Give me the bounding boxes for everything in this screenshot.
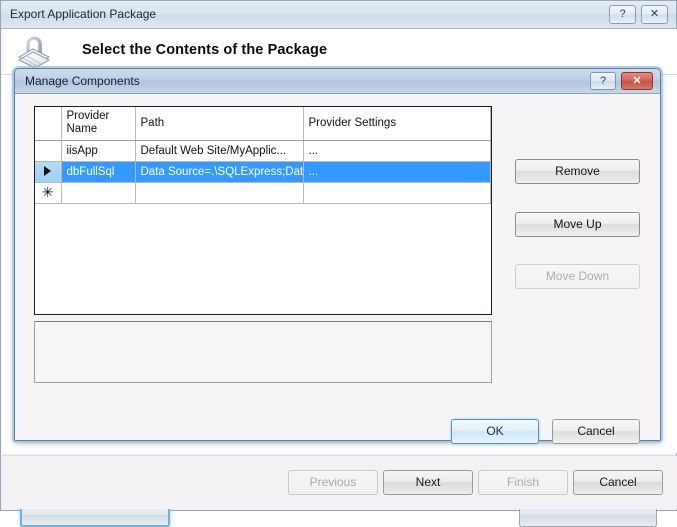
table-header: Provider Name Path Provider Settings bbox=[35, 107, 491, 141]
cell-provider-name[interactable]: dbFullSql bbox=[61, 161, 136, 183]
outer-titlebar[interactable]: Export Application Package ? ✕ bbox=[1, 1, 676, 29]
cell-path[interactable] bbox=[135, 182, 304, 204]
cell-provider-settings[interactable] bbox=[303, 182, 491, 204]
help-icon[interactable]: ? bbox=[590, 72, 616, 90]
close-icon[interactable]: ✕ bbox=[621, 72, 653, 90]
remove-button[interactable]: Remove bbox=[515, 159, 640, 184]
modal-title: Manage Components bbox=[25, 74, 140, 88]
move-up-button[interactable]: Move Up bbox=[515, 212, 640, 237]
cell-provider-settings[interactable]: ... bbox=[303, 140, 491, 162]
modal-body: Provider Name Path Provider Settings iis… bbox=[15, 94, 660, 444]
new-row-selector-cell[interactable]: ✳ bbox=[35, 182, 62, 204]
table-row-new[interactable]: ✳ bbox=[35, 182, 491, 204]
move-down-button[interactable]: Move Down bbox=[515, 264, 640, 289]
table-row[interactable]: iisApp Default Web Site/MyApplic... ... bbox=[35, 140, 491, 162]
outer-window-title: Export Application Package bbox=[10, 7, 157, 21]
cell-provider-name[interactable] bbox=[61, 182, 136, 204]
table-row[interactable]: dbFullSql Data Source=.\SQLExpress;Dat .… bbox=[35, 161, 491, 183]
cancel-button[interactable]: Cancel bbox=[573, 470, 663, 495]
row-selector-cell[interactable] bbox=[35, 161, 62, 183]
description-panel bbox=[34, 321, 492, 383]
current-row-arrow-icon bbox=[44, 166, 52, 177]
help-icon[interactable]: ? bbox=[609, 5, 636, 24]
column-header-provider-settings-label: Provider Settings bbox=[308, 116, 397, 129]
column-header-provider-name-label: Provider Name bbox=[66, 110, 110, 136]
finish-button[interactable]: Finish bbox=[478, 470, 568, 495]
cell-provider-settings[interactable]: ... bbox=[303, 161, 491, 183]
column-header-rowselector[interactable] bbox=[35, 107, 62, 141]
manage-components-dialog: Manage Components ? ✕ Provider Name Path bbox=[14, 68, 661, 444]
column-header-path-label: Path bbox=[140, 116, 165, 129]
column-header-provider-name[interactable]: Provider Name bbox=[61, 107, 136, 141]
cell-path[interactable]: Data Source=.\SQLExpress;Dat bbox=[135, 161, 304, 183]
table-body: iisApp Default Web Site/MyApplic... ... … bbox=[35, 140, 491, 204]
previous-button[interactable]: Previous bbox=[288, 470, 378, 495]
cell-path[interactable]: Default Web Site/MyApplic... bbox=[135, 140, 304, 162]
column-header-provider-settings[interactable]: Provider Settings bbox=[303, 107, 491, 141]
components-grid[interactable]: Provider Name Path Provider Settings iis… bbox=[34, 106, 492, 315]
components-table: Provider Name Path Provider Settings iis… bbox=[35, 107, 491, 204]
modal-titlebar[interactable]: Manage Components ? ✕ bbox=[15, 69, 660, 94]
wizard-footer: Previous Next Finish Cancel bbox=[2, 455, 677, 509]
table-header-row: Provider Name Path Provider Settings bbox=[35, 107, 491, 141]
package-box-icon bbox=[17, 36, 51, 69]
page-title: Select the Contents of the Package bbox=[82, 42, 328, 58]
row-selector-cell[interactable] bbox=[35, 140, 62, 162]
cell-provider-name[interactable]: iisApp bbox=[61, 140, 136, 162]
modal-cancel-button[interactable]: Cancel bbox=[552, 419, 640, 444]
column-header-path[interactable]: Path bbox=[135, 107, 304, 141]
ok-button[interactable]: OK bbox=[451, 419, 539, 444]
next-button[interactable]: Next bbox=[383, 470, 473, 495]
new-row-asterisk-icon: ✳ bbox=[41, 184, 54, 200]
close-icon[interactable]: ✕ bbox=[641, 5, 668, 24]
